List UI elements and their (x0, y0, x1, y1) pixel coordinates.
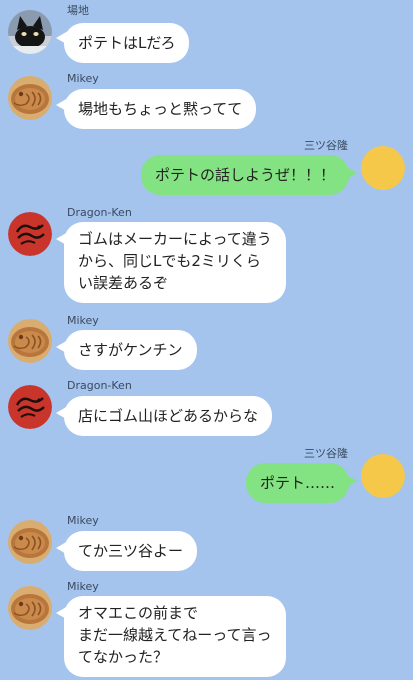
sender-name: 三ツ谷隆 (304, 139, 348, 152)
sender-name: Mikey (67, 72, 99, 85)
sender-name: Mikey (67, 314, 99, 327)
black-cat-avatar[interactable] (8, 10, 52, 54)
sender-name: Dragon-Ken (67, 206, 132, 219)
chat-view[interactable]: 場地 ポテトはLだろ Mikey 場地もちょっと黙ってて 三ツ谷隆 ポテトの話し… (0, 0, 413, 680)
red-dragon-avatar[interactable] (8, 212, 52, 256)
message-bubble[interactable]: ポテト…… (245, 463, 349, 503)
message-bubble[interactable]: オマエこの前まで まだ一線越えてねーって言っ てなかった？ (64, 596, 286, 677)
taiyaki-avatar[interactable] (8, 76, 52, 120)
sender-name: 場地 (67, 4, 89, 17)
message-bubble[interactable]: 場地もちょっと黙ってて (64, 89, 257, 129)
sender-name: Dragon-Ken (67, 379, 132, 392)
message-bubble[interactable]: 店にゴム山ほどあるからな (64, 396, 273, 436)
message-bubble[interactable]: ゴムはメーカーによって違う から、同じLでも2ミリくら い誤差あるぞ (64, 222, 286, 303)
message-bubble[interactable]: ポテトの話しようぜ！！！ (140, 155, 349, 195)
sender-name: 三ツ谷隆 (304, 447, 348, 460)
yellow-circle-avatar[interactable] (361, 146, 405, 190)
message-bubble[interactable]: ポテトはLだろ (64, 23, 190, 63)
message-bubble[interactable]: てか三ツ谷よー (64, 531, 198, 571)
taiyaki-avatar[interactable] (8, 520, 52, 564)
taiyaki-avatar[interactable] (8, 586, 52, 630)
yellow-circle-avatar[interactable] (361, 454, 405, 498)
sender-name: Mikey (67, 514, 99, 527)
message-bubble[interactable]: さすがケンチン (64, 330, 197, 370)
red-dragon-avatar[interactable] (8, 385, 52, 429)
sender-name: Mikey (67, 580, 99, 593)
taiyaki-avatar[interactable] (8, 319, 52, 363)
